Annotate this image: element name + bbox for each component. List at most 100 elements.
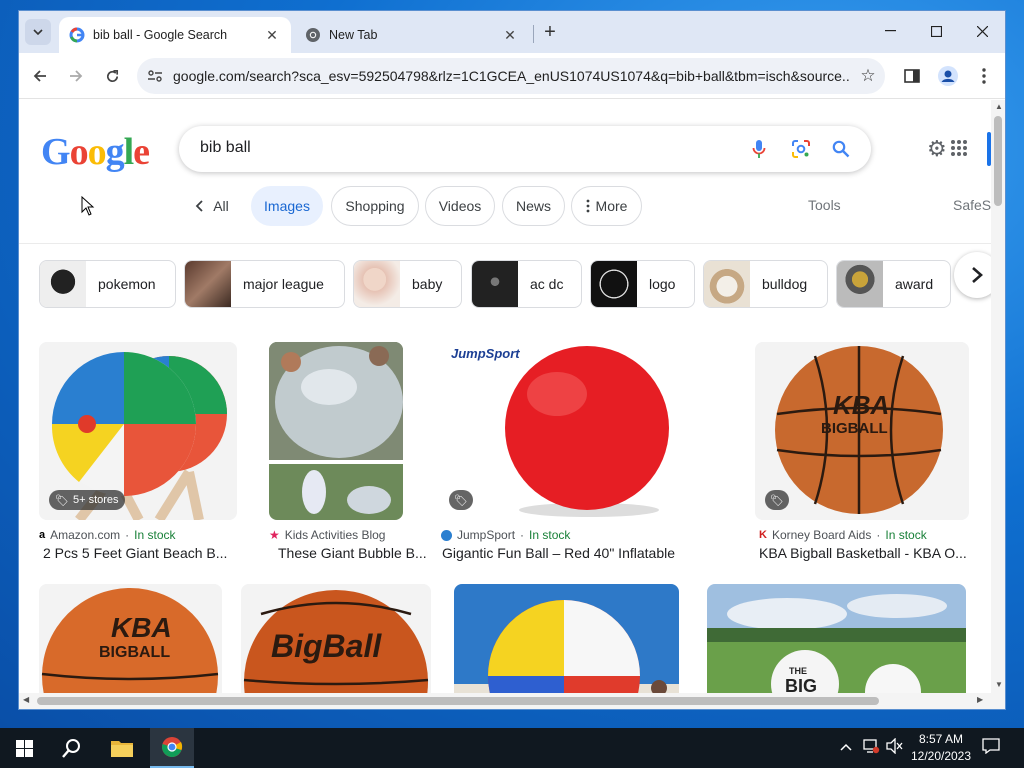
result-image[interactable]: KBA BIGBALL 🏷: [755, 342, 969, 520]
related-label: baby: [412, 276, 443, 292]
close-window-icon[interactable]: [959, 11, 1005, 51]
chip-more[interactable]: More: [571, 186, 642, 226]
result-image[interactable]: JumpSport 🏷: [439, 342, 735, 520]
chrome-taskbar-icon[interactable]: [150, 728, 194, 768]
result-source[interactable]: JumpSport · In stock: [441, 528, 570, 542]
url-text[interactable]: google.com/search?sca_esv=592504798&rlz=…: [173, 68, 851, 84]
related-chip-ac-dc[interactable]: ac dc: [471, 260, 582, 308]
google-logo[interactable]: Google: [41, 130, 150, 174]
scroll-right-icon[interactable]: ▶: [977, 695, 983, 704]
tab-title: New Tab: [329, 28, 378, 42]
related-thumbnail: [354, 261, 400, 307]
result-image[interactable]: KBA BIGBALL: [39, 584, 222, 693]
result-title[interactable]: These Giant Bubble B...: [278, 545, 434, 561]
system-clock[interactable]: 8:57 AM 12/20/2023: [906, 731, 976, 765]
result-title[interactable]: 2 Pcs 5 Feet Giant Beach B...: [43, 545, 237, 561]
minimize-icon[interactable]: [867, 11, 913, 51]
tools-button[interactable]: Tools: [808, 197, 841, 213]
scroll-down-icon[interactable]: ▼: [993, 680, 1005, 689]
result-image[interactable]: 🏷 5+ stores: [39, 342, 237, 520]
separator-dot: ·: [520, 528, 525, 542]
source-name: JumpSport: [457, 528, 516, 542]
related-thumbnail: [185, 261, 231, 307]
reload-icon[interactable]: [97, 61, 127, 91]
result-image[interactable]: THE BIG: [707, 584, 966, 693]
related-chip-logo[interactable]: logo: [590, 260, 695, 308]
related-chip-major-league[interactable]: major league: [184, 260, 345, 308]
result-image[interactable]: BigBall: [241, 584, 431, 693]
volume-muted-icon[interactable]: [886, 737, 904, 757]
separator-dot: ·: [125, 528, 130, 542]
microphone-icon[interactable]: [747, 137, 771, 161]
star-icon[interactable]: ☆: [851, 66, 885, 86]
search-icon[interactable]: [829, 137, 853, 161]
chip-videos[interactable]: Videos: [425, 186, 495, 226]
result-image[interactable]: [269, 342, 403, 520]
scrollbar-thumb[interactable]: [37, 697, 879, 705]
tab-google-search[interactable]: bib ball - Google Search ✕: [59, 17, 291, 53]
tab-new-tab[interactable]: New Tab ✕: [295, 17, 529, 53]
site-info-icon[interactable]: [137, 69, 173, 83]
result-image[interactable]: [454, 584, 679, 693]
address-bar[interactable]: google.com/search?sca_esv=592504798&rlz=…: [137, 58, 885, 94]
search-icon[interactable]: [50, 728, 94, 768]
network-icon[interactable]: [862, 738, 880, 757]
safesearch-button[interactable]: SafeS: [953, 197, 991, 213]
scrollbar-thumb[interactable]: [994, 116, 1002, 206]
close-tab-icon[interactable]: ✕: [261, 24, 283, 46]
ball-brand-text: KBA: [111, 612, 172, 643]
result-source[interactable]: a Amazon.com · In stock: [39, 528, 176, 542]
search-box[interactable]: bib ball: [179, 126, 871, 172]
tag-icon: 🏷: [55, 494, 69, 507]
search-filters: All Images Shopping Videos News More Too…: [19, 186, 991, 230]
related-thumbnail: [591, 261, 637, 307]
scroll-up-icon[interactable]: ▲: [993, 102, 1005, 111]
image-result[interactable]: JumpSport 🏷 JumpSport · In stock Giganti…: [439, 342, 735, 572]
forward-arrow-icon[interactable]: [61, 61, 91, 91]
result-source[interactable]: ★ Kids Activities Blog: [269, 528, 385, 542]
related-chip-award[interactable]: award: [836, 260, 951, 308]
result-title[interactable]: Gigantic Fun Ball – Red 40" Inflatable: [442, 545, 735, 561]
notification-icon[interactable]: [982, 738, 1000, 757]
google-favicon-icon: [69, 27, 85, 43]
image-result[interactable]: KBA BIGBALL 🏷 K Korney Board Aids · In s…: [755, 342, 969, 572]
windows-start-icon[interactable]: [0, 728, 48, 768]
back-arrow-icon[interactable]: [25, 61, 55, 91]
search-input[interactable]: bib ball: [200, 139, 251, 157]
image-result[interactable]: THE BIG: [707, 584, 966, 693]
chip-images[interactable]: Images: [251, 186, 323, 226]
image-result[interactable]: ★ Kids Activities Blog These Giant Bubbl…: [257, 342, 435, 572]
result-title[interactable]: KBA Bigball Basketball - KBA O...: [759, 545, 969, 561]
side-panel-icon[interactable]: [897, 61, 927, 91]
chevron-up-icon[interactable]: [840, 738, 852, 754]
settings-gear-icon[interactable]: ⚙: [927, 136, 947, 162]
stores-badge: 🏷 5+ stores: [49, 490, 125, 510]
image-result[interactable]: 🏷 5+ stores a Amazon.com · In stock 2 Pcs…: [39, 342, 237, 572]
ball-brand-text: BIGBALL: [99, 644, 171, 661]
related-chip-baby[interactable]: baby: [353, 260, 462, 308]
back-to-all-link[interactable]: All: [187, 186, 237, 226]
image-result[interactable]: [454, 584, 679, 693]
file-explorer-icon[interactable]: [100, 728, 144, 768]
vertical-scrollbar[interactable]: ▲ ▼: [991, 100, 1005, 693]
lens-camera-icon[interactable]: [789, 137, 813, 161]
chip-shopping[interactable]: Shopping: [331, 186, 419, 226]
image-result[interactable]: KBA BIGBALL: [39, 584, 222, 693]
tag-icon: 🏷: [765, 490, 789, 510]
chevron-left-icon: [195, 200, 203, 212]
result-source[interactable]: K Korney Board Aids · In stock: [759, 528, 927, 542]
maximize-icon[interactable]: [913, 11, 959, 51]
kebab-menu-icon[interactable]: [969, 61, 999, 91]
profile-icon[interactable]: [933, 61, 963, 91]
more-label: More: [595, 198, 628, 214]
google-apps-icon[interactable]: [951, 140, 967, 156]
horizontal-scrollbar[interactable]: ◀ ▶: [19, 693, 1005, 709]
new-tab-plus-icon[interactable]: +: [537, 19, 563, 45]
image-result[interactable]: BigBall: [241, 584, 431, 693]
tab-search-button[interactable]: [25, 19, 51, 45]
related-chip-pokemon[interactable]: pokemon: [39, 260, 176, 308]
related-chip-bulldog[interactable]: bulldog: [703, 260, 828, 308]
chip-news[interactable]: News: [502, 186, 565, 226]
scroll-left-icon[interactable]: ◀: [23, 695, 29, 704]
close-tab-icon[interactable]: ✕: [499, 24, 521, 46]
